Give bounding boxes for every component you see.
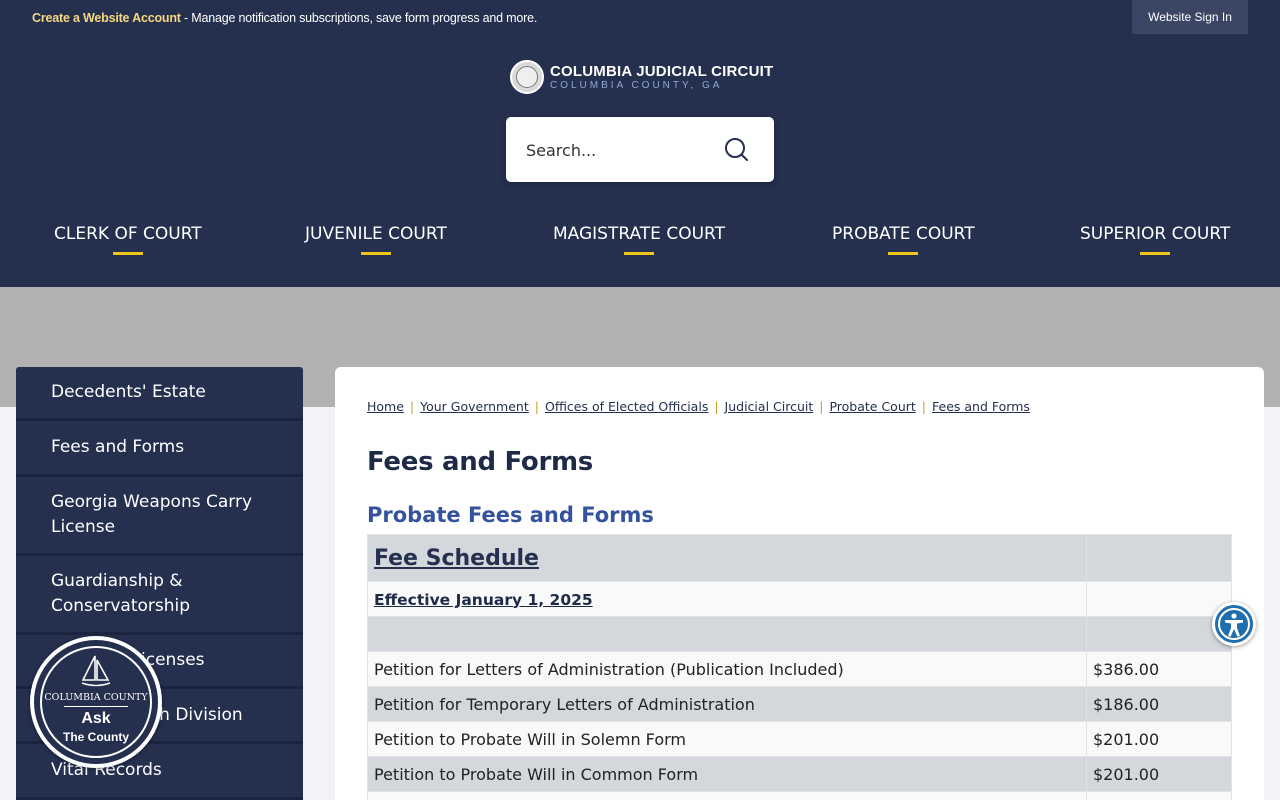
fee-amount: $386.00: [1086, 651, 1232, 687]
site-header: COLUMBIA JUDICIAL CIRCUIT COLUMBIA COUNT…: [0, 36, 1280, 287]
fee-item: Petition to Probate Will in Solemn Form: [367, 721, 1087, 757]
nav-probate-court[interactable]: PROBATE COURT: [832, 224, 975, 255]
accessibility-button[interactable]: [1212, 602, 1256, 646]
ask-subtitle: The County: [63, 730, 129, 744]
sidebar-item-weapons-carry-license[interactable]: Georgia Weapons Carry License: [16, 477, 303, 556]
nav-label: PROBATE COURT: [832, 224, 975, 244]
account-description: - Manage notification subscriptions, sav…: [180, 11, 538, 25]
nav-underline: [623, 252, 654, 255]
nav-underline: [888, 252, 919, 255]
breadcrumb: Home | Your Government | Offices of Electe…: [367, 399, 1030, 414]
nav-superior-court[interactable]: SUPERIOR COURT: [1080, 224, 1230, 255]
sidebar-item-label: Guardianship & Conservatorship: [51, 571, 191, 616]
fee-amount: $201.00: [1086, 756, 1232, 792]
nav-clerk-of-court[interactable]: CLERK OF COURT: [54, 224, 202, 255]
breadcrumb-separator: |: [819, 399, 824, 414]
ask-title: Ask: [81, 710, 111, 727]
ask-divider: [64, 706, 128, 707]
accessibility-icon: [1218, 608, 1250, 640]
page-title: Fees and Forms: [367, 447, 593, 477]
fee-amount: $201.00: [1086, 721, 1232, 757]
breadcrumb-separator: |: [534, 399, 539, 414]
nav-magistrate-court[interactable]: MAGISTRATE COURT: [553, 224, 725, 255]
main-navigation: CLERK OF COURT JUVENILE COURT MAGISTRATE…: [0, 224, 1280, 264]
search-box: [506, 117, 774, 182]
search-input[interactable]: [526, 137, 716, 163]
table-row: Petition to Probate Will in Solemn Form …: [367, 721, 1232, 757]
site-logo[interactable]: COLUMBIA JUDICIAL CIRCUIT COLUMBIA COUNT…: [510, 60, 773, 94]
account-message: Create a Website Account - Manage notifi…: [32, 11, 537, 25]
table-header-row: Fee Schedule: [367, 534, 1232, 582]
nav-label: SUPERIOR COURT: [1080, 224, 1231, 244]
breadcrumb-probate-court[interactable]: Probate Court: [829, 399, 915, 414]
sidebar-item-label: Georgia Weapons Carry License: [51, 492, 253, 537]
ask-the-county-button[interactable]: COLUMBIA COUNTY Ask The County: [30, 636, 162, 768]
fee-schedule-table: Fee Schedule Effective January 1, 2025 P…: [367, 534, 1232, 800]
sidebar-item-decedents-estate[interactable]: Decedents' Estate: [16, 367, 303, 421]
fee-amount: [1086, 791, 1232, 800]
main-content: Home | Your Government | Offices of Electe…: [335, 367, 1264, 800]
nav-underline: [112, 252, 143, 255]
spacer-row: [367, 616, 1232, 652]
table-row: Petition for Year's Support: [367, 791, 1232, 800]
fee-schedule-link[interactable]: Fee Schedule: [374, 546, 539, 571]
top-notification-bar: Create a Website Account - Manage notifi…: [0, 0, 1280, 36]
fee-item: Petition for Year's Support: [367, 791, 1087, 800]
sidebar-item-label: Decedents' Estate: [51, 382, 206, 402]
effective-date: Effective January 1, 2025: [374, 590, 593, 609]
nav-label: MAGISTRATE COURT: [553, 224, 725, 244]
sailboat-icon: [81, 655, 111, 687]
breadcrumb-judicial-circuit[interactable]: Judicial Circuit: [725, 399, 814, 414]
table-row: Petition for Temporary Letters of Admini…: [367, 686, 1232, 722]
ask-org-name: COLUMBIA COUNTY: [44, 692, 148, 703]
fee-amount: $186.00: [1086, 686, 1232, 722]
search-icon: [725, 138, 748, 161]
nav-underline: [360, 252, 391, 255]
nav-label: CLERK OF COURT: [54, 224, 202, 244]
breadcrumb-home[interactable]: Home: [367, 399, 404, 414]
sidebar-item-guardianship[interactable]: Guardianship & Conservatorship: [16, 556, 303, 635]
breadcrumb-separator: |: [921, 399, 927, 414]
breadcrumb-fees-and-forms[interactable]: Fees and Forms: [932, 399, 1030, 414]
fee-item: Petition to Probate Will in Common Form: [367, 756, 1087, 792]
county-seal-icon: [510, 60, 544, 94]
breadcrumb-separator: |: [409, 399, 415, 414]
nav-underline: [1140, 252, 1171, 255]
section-title: Probate Fees and Forms: [367, 503, 654, 527]
create-account-link[interactable]: Create a Website Account: [32, 11, 181, 25]
breadcrumb-elected-officials[interactable]: Offices of Elected Officials: [545, 399, 708, 414]
table-row: Petition for Letters of Administration (…: [367, 651, 1232, 687]
sidebar-item-label: Fees and Forms: [51, 437, 185, 457]
nav-label: JUVENILE COURT: [305, 224, 447, 244]
table-row: Petition to Probate Will in Common Form …: [367, 756, 1232, 792]
fee-item: Petition for Letters of Administration (…: [367, 651, 1087, 687]
logo-title: COLUMBIA JUDICIAL CIRCUIT: [550, 62, 774, 80]
search-button[interactable]: [722, 135, 752, 165]
breadcrumb-your-government[interactable]: Your Government: [420, 399, 529, 414]
breadcrumb-separator: |: [714, 399, 719, 414]
logo-subtitle: COLUMBIA COUNTY, GA: [550, 79, 723, 91]
website-sign-in-button[interactable]: Website Sign In: [1132, 0, 1248, 34]
sidebar-item-fees-and-forms[interactable]: Fees and Forms: [16, 421, 303, 477]
fee-item: Petition for Temporary Letters of Admini…: [367, 686, 1087, 722]
nav-juvenile-court[interactable]: JUVENILE COURT: [305, 224, 447, 255]
effective-date-row: Effective January 1, 2025: [367, 581, 1232, 617]
